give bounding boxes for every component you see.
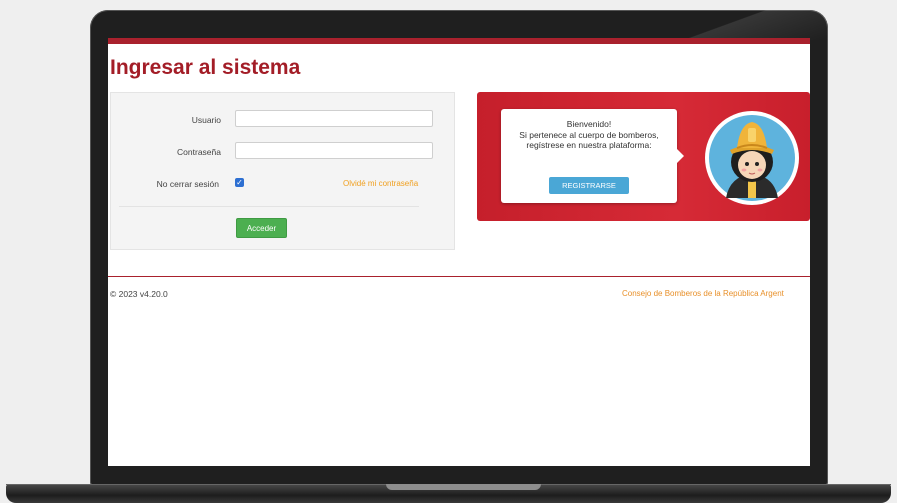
- forgot-password-link[interactable]: Olvidé mi contraseña: [343, 179, 418, 188]
- laptop-base: [6, 484, 891, 503]
- password-label: Contraseña: [177, 147, 221, 157]
- welcome-banner: Bienvenido! Si pertenece al cuerpo de bo…: [477, 92, 810, 221]
- base-notch: [386, 484, 541, 490]
- footer-divider: [108, 276, 810, 277]
- username-input[interactable]: [235, 110, 433, 127]
- screen: Ingresar al sistema Usuario Contraseña N…: [108, 38, 810, 466]
- remember-label: No cerrar sesión: [156, 179, 219, 189]
- register-button[interactable]: REGISTRARSE: [549, 177, 629, 194]
- password-input[interactable]: [235, 142, 433, 159]
- welcome-text: Bienvenido! Si pertenece al cuerpo de bo…: [509, 119, 669, 151]
- lid-reflection: [668, 10, 828, 40]
- login-panel: Usuario Contraseña No cerrar sesión ✓ Ol…: [110, 92, 455, 250]
- welcome-message: Si pertenece al cuerpo de bomberos, regí…: [519, 129, 659, 151]
- check-icon: ✓: [236, 178, 243, 187]
- username-label: Usuario: [191, 115, 221, 125]
- remember-checkbox[interactable]: ✓: [235, 178, 244, 187]
- footer-version: © 2023 v4.20.0: [110, 289, 168, 299]
- form-divider: [119, 206, 419, 207]
- top-bar: [108, 38, 810, 44]
- footer-organization-link[interactable]: Consejo de Bomberos de la República Arge…: [622, 289, 784, 298]
- submit-button[interactable]: Acceder: [236, 218, 287, 238]
- page-title: Ingresar al sistema: [110, 56, 301, 79]
- firefighter-avatar-icon: [704, 110, 800, 206]
- welcome-card: Bienvenido! Si pertenece al cuerpo de bo…: [501, 109, 684, 203]
- welcome-greeting: Bienvenido!: [566, 119, 612, 129]
